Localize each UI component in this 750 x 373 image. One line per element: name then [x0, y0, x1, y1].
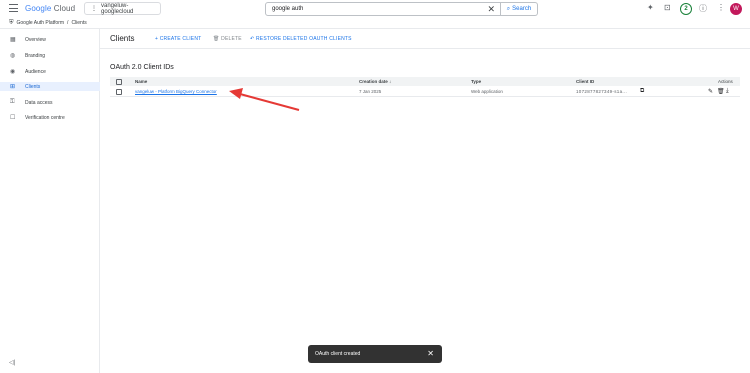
restore-deleted-button[interactable]: ↶ RESTORE DELETED OAUTH CLIENTS — [250, 36, 352, 42]
collapse-sidebar-icon[interactable]: ◁| — [9, 359, 15, 366]
trash-icon: 🗑 — [213, 36, 222, 42]
gemini-icon[interactable]: ✦ — [647, 3, 654, 12]
sidebar-item-audience[interactable]: ◉ Audience — [0, 67, 100, 76]
creation-date-cell: 7 Jan 2025 — [359, 89, 382, 94]
creation-date-label: Creation date — [359, 79, 388, 84]
create-client-label: CREATE CLIENT — [159, 36, 202, 42]
google-cloud-logo[interactable]: Google Cloud — [25, 4, 75, 13]
edit-icon[interactable]: ✎ — [708, 88, 713, 95]
auth-platform-shield-icon: ⛨ — [9, 19, 14, 26]
column-header-client-id: Client ID — [576, 79, 595, 84]
search-value: google auth — [272, 6, 304, 12]
overview-icon: ▦ — [10, 37, 16, 43]
verification-icon: ☐ — [10, 115, 16, 121]
sidebar-item-label: Branding — [25, 52, 46, 59]
more-options-icon[interactable]: ⋮ — [717, 3, 725, 12]
select-all-checkbox[interactable] — [116, 78, 122, 85]
delete-row-icon[interactable]: 🗑 — [717, 88, 725, 95]
sidebar-item-branding[interactable]: ◍ Branding — [0, 51, 100, 60]
clients-table: Name Creation date ↓ Type Client ID Acti… — [110, 77, 740, 97]
cloud-shell-icon[interactable]: ⊡ — [664, 3, 671, 12]
copy-icon[interactable]: ⧉ — [640, 88, 644, 95]
client-id-cell: 1072877827349-s1a... — [576, 89, 628, 94]
toast-message: OAuth client created — [315, 351, 361, 357]
download-icon[interactable]: ⤓ — [726, 88, 729, 95]
search-icon: ⌕ — [506, 5, 511, 12]
sidebar-item-label: Data access — [25, 99, 53, 106]
create-client-button[interactable]: + CREATE CLIENT — [155, 36, 201, 42]
search-button-label: Search — [512, 6, 532, 12]
snackbar-toast: OAuth client created ✕ — [308, 345, 442, 363]
column-header-creation-date[interactable]: Creation date ↓ — [359, 79, 391, 84]
close-icon[interactable]: ✕ — [427, 349, 434, 358]
sidebar-item-data-access[interactable]: ⚿ Data access — [0, 98, 100, 107]
page-title: Clients — [110, 34, 135, 43]
page-toolbar: Clients + CREATE CLIENT 🗑 DELETE ↶ RESTO… — [100, 29, 750, 49]
sidebar-item-overview[interactable]: ▦ Overview — [0, 35, 100, 44]
clear-search-icon[interactable]: ✕ — [487, 4, 495, 15]
avatar[interactable]: W — [730, 3, 742, 15]
sort-arrow-down-icon: ↓ — [389, 79, 392, 84]
breadcrumb-current: Clients — [71, 20, 87, 26]
sidebar-item-label: Verification centre — [25, 114, 65, 121]
main-content: Clients + CREATE CLIENT 🗑 DELETE ↶ RESTO… — [100, 29, 750, 373]
sidebar-item-label: Overview — [25, 36, 46, 43]
logo-cloud-text: Cloud — [53, 4, 76, 13]
column-header-type: Type — [471, 79, 482, 84]
table-header: Name Creation date ↓ Type Client ID Acti… — [110, 77, 740, 86]
table-row: vangeluw - Platform BigQuery Connector 7… — [110, 86, 740, 97]
project-name: vangeluw-googlecloud — [101, 2, 134, 15]
top-bar: Google Cloud ⋮ vangeluw-googlecloud goog… — [0, 0, 750, 18]
project-selector[interactable]: ⋮ vangeluw-googlecloud — [84, 2, 161, 15]
client-name-link[interactable]: vangeluw - Platform BigQuery Connector — [135, 89, 217, 94]
search-input[interactable]: google auth ✕ — [265, 2, 501, 16]
branding-icon: ◍ — [10, 53, 16, 59]
section-title: OAuth 2.0 Client IDs — [110, 64, 174, 71]
delete-button[interactable]: 🗑 DELETE — [213, 36, 242, 42]
breadcrumb-separator: / — [67, 20, 69, 26]
main-menu-icon[interactable] — [9, 4, 18, 13]
sidebar: ▦ Overview ◍ Branding ◉ Audience ⊞ Clien… — [0, 29, 100, 373]
logo-google-text: Google — [25, 4, 52, 13]
sidebar-item-label: Clients — [25, 83, 41, 90]
breadcrumb-root[interactable]: Google Auth Platform — [17, 20, 65, 26]
breadcrumb: ⛨ Google Auth Platform / Clients — [0, 18, 750, 29]
row-checkbox[interactable] — [116, 88, 122, 95]
notifications-badge[interactable]: 2 — [680, 3, 692, 15]
type-cell: Web application — [471, 89, 503, 94]
audience-icon: ◉ — [10, 69, 16, 75]
column-header-actions: Actions — [718, 79, 733, 84]
notification-count: 2 — [684, 6, 688, 12]
restore-label: RESTORE DELETED OAUTH CLIENTS — [255, 36, 352, 42]
sidebar-item-verification[interactable]: ☐ Verification centre — [0, 113, 100, 122]
project-icon: ⋮ — [91, 6, 97, 12]
help-icon[interactable]: ⓘ — [699, 3, 707, 14]
search-button[interactable]: ⌕ Search — [501, 2, 538, 16]
delete-label: DELETE — [221, 36, 242, 42]
clients-icon: ⊞ — [10, 84, 16, 90]
sidebar-item-clients[interactable]: ⊞ Clients — [0, 82, 100, 91]
column-header-name[interactable]: Name — [135, 79, 147, 84]
data-access-icon: ⚿ — [10, 99, 15, 105]
avatar-letter: W — [733, 6, 739, 12]
sidebar-item-label: Audience — [25, 68, 46, 75]
